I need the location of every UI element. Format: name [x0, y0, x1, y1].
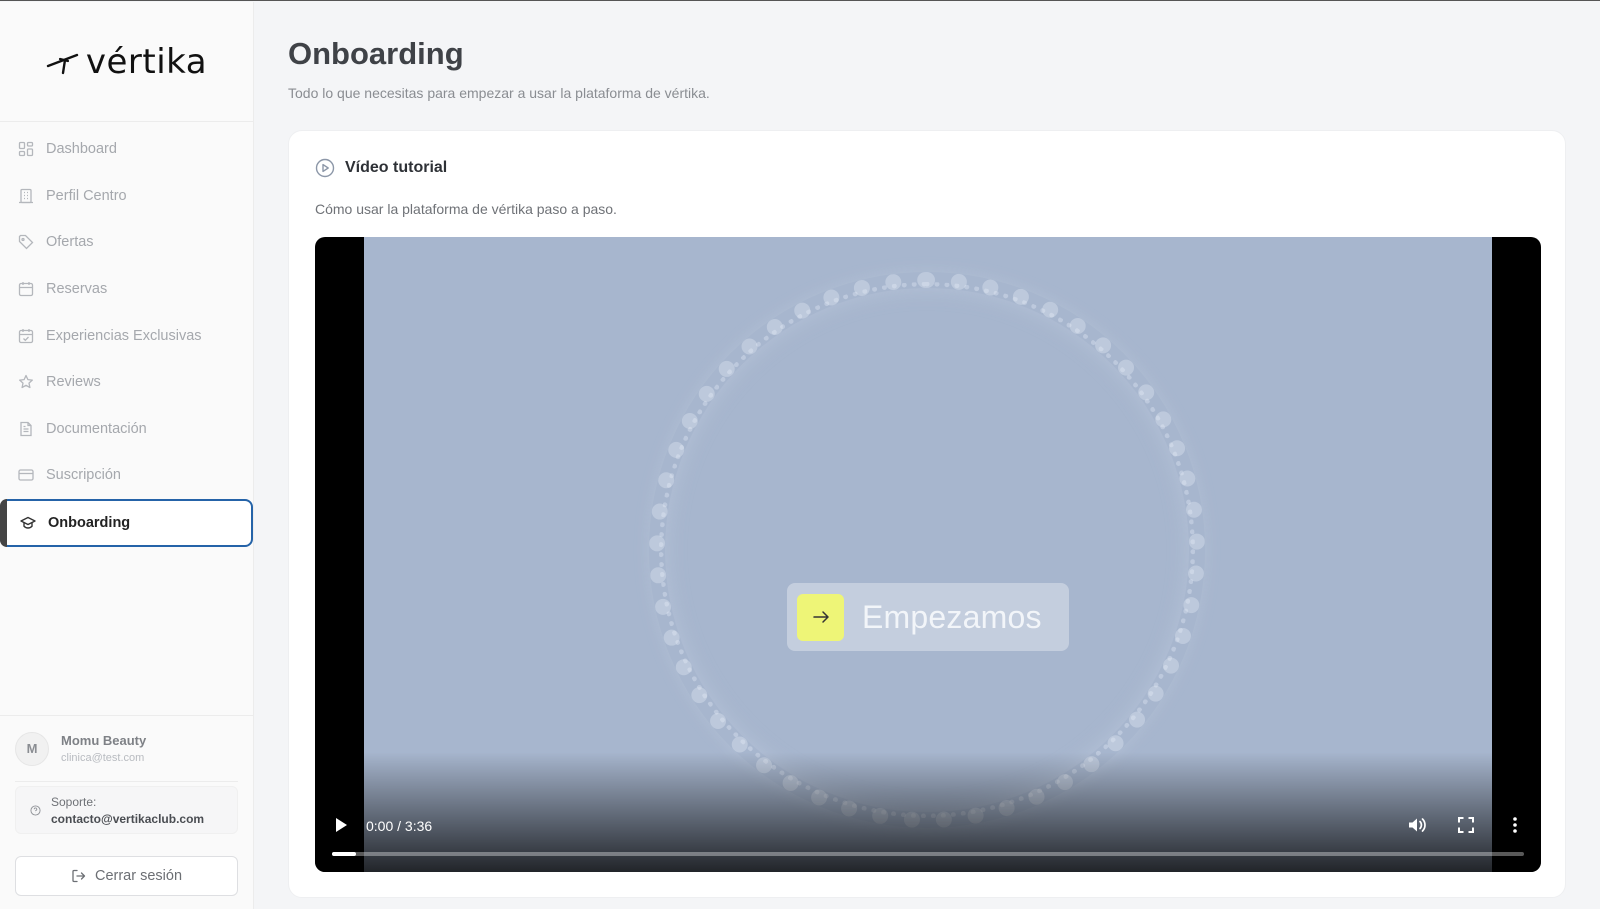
user-info: Momu Beauty clinica@test.com	[61, 733, 146, 764]
sidebar-item-label: Ofertas	[46, 234, 94, 251]
sidebar-item-label: Onboarding	[48, 514, 131, 531]
building-icon	[19, 188, 33, 204]
sidebar-item-experiencias-exclusivas[interactable]: Experiencias Exclusivas	[0, 312, 253, 359]
star-icon	[19, 375, 33, 389]
sidebar-item-suscripcion[interactable]: Suscripción	[0, 452, 253, 499]
sidebar-item-ofertas[interactable]: Ofertas	[0, 219, 253, 266]
sidebar-item-label: Experiencias Exclusivas	[46, 327, 202, 344]
sidebar-nav: Dashboard Perfil Centro Ofertas Reservas…	[0, 122, 253, 547]
support-info: Soporte: contacto@vertikaclub.com	[51, 795, 204, 826]
sidebar-item-label: Reviews	[46, 374, 101, 391]
dashboard-icon	[18, 142, 34, 157]
video-progress-fill	[332, 852, 356, 856]
video-progress-bar[interactable]	[332, 852, 1524, 856]
logout-button[interactable]: Cerrar sesión	[15, 856, 238, 896]
brand-logo[interactable]: vértika	[46, 42, 207, 82]
video-time: 0:00 / 3:36	[366, 818, 433, 834]
sidebar-item-documentacion[interactable]: Documentación	[0, 406, 253, 453]
credit-card-icon	[18, 469, 34, 482]
help-circle-icon	[30, 804, 41, 816]
user-name: Momu Beauty	[61, 733, 147, 748]
sidebar-item-reviews[interactable]: Reviews	[0, 359, 253, 406]
video-overlay-banner: Empezamos	[787, 583, 1069, 651]
arrow-right-icon	[797, 593, 844, 641]
sidebar-item-perfil-centro[interactable]: Perfil Centro	[0, 173, 253, 220]
calendar-check-icon	[18, 328, 34, 343]
sidebar-item-label: Suscripción	[46, 467, 121, 484]
sidebar-item-label: Perfil Centro	[46, 187, 127, 204]
tag-icon	[18, 235, 34, 250]
play-circle-icon	[315, 158, 335, 178]
support-label: Soporte:	[51, 794, 97, 809]
user-profile[interactable]: M Momu Beauty clinica@test.com	[15, 716, 238, 782]
avatar: M	[15, 731, 49, 766]
sidebar-footer: M Momu Beauty clinica@test.com Soporte: …	[0, 715, 253, 896]
video-player[interactable]: Empezamos 0:00 / 3:36	[315, 237, 1541, 872]
page-title: Onboarding	[288, 36, 464, 71]
sidebar-item-label: Documentación	[46, 420, 147, 437]
card-title: Vídeo tutorial	[345, 159, 448, 176]
plane-icon	[46, 53, 79, 74]
brand-name: vértika	[85, 41, 208, 82]
video-controls: 0:00 / 3:36	[315, 762, 1541, 872]
document-icon	[20, 421, 32, 437]
video-overlay-text: Empezamos	[862, 598, 1042, 635]
card-header: Vídeo tutorial	[315, 158, 447, 178]
sidebar-item-dashboard[interactable]: Dashboard	[0, 126, 253, 173]
graduation-cap-icon	[20, 516, 36, 529]
calendar-icon	[18, 282, 34, 297]
user-email: clinica@test.com	[61, 752, 145, 764]
logo-area: vértika	[0, 2, 253, 122]
sidebar: vértika Dashboard Perfil Centro Ofertas	[0, 2, 254, 909]
support-email-link[interactable]: contacto@vertikaclub.com	[51, 812, 204, 826]
support-box: Soporte: contacto@vertikaclub.com	[15, 786, 238, 834]
volume-icon[interactable]	[1407, 815, 1427, 835]
logout-label: Cerrar sesión	[94, 868, 183, 884]
card-description: Cómo usar la plataforma de vértika paso …	[315, 201, 617, 217]
sidebar-item-label: Dashboard	[46, 141, 117, 158]
particle-ring-inner	[659, 282, 1195, 818]
video-tutorial-card: Vídeo tutorial Cómo usar la plataforma d…	[288, 130, 1566, 898]
logout-icon	[72, 869, 86, 883]
fullscreen-icon[interactable]	[1457, 816, 1475, 834]
main-content: Onboarding Todo lo que necesitas para em…	[254, 2, 1600, 909]
more-options-icon[interactable]	[1507, 816, 1523, 834]
sidebar-item-onboarding[interactable]: Onboarding	[0, 498, 253, 547]
page-subtitle: Todo lo que necesitas para empezar a usa…	[288, 85, 710, 101]
play-icon[interactable]	[333, 816, 349, 834]
sidebar-item-label: Reservas	[46, 281, 108, 298]
sidebar-item-reservas[interactable]: Reservas	[0, 266, 253, 313]
